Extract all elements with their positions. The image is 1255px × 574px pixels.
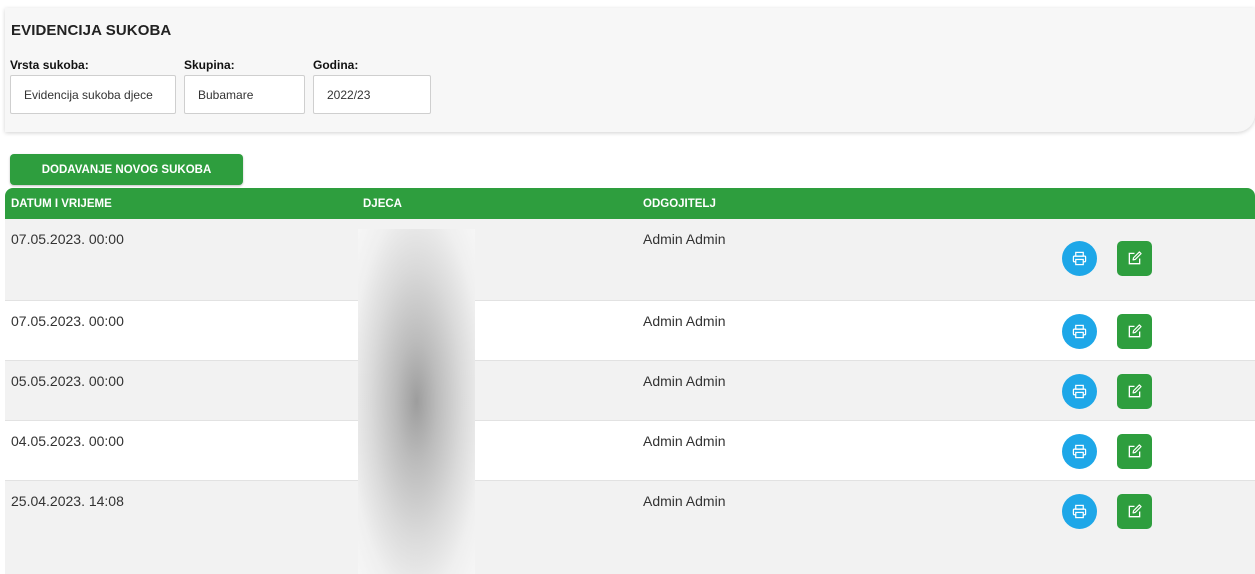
year-select[interactable]: 2022/23 <box>313 75 431 114</box>
row-teacher: Admin Admin <box>643 493 726 509</box>
edit-icon <box>1128 251 1142 265</box>
conflict-type-label: Vrsta sukoba: <box>10 58 89 72</box>
edit-icon <box>1128 504 1142 518</box>
edit-button[interactable] <box>1117 241 1152 276</box>
table-row: 04.05.2023. 00:00 Admin Admin <box>5 421 1255 481</box>
row-teacher: Admin Admin <box>643 433 726 449</box>
add-conflict-button[interactable]: DODAVANJE NOVOG SUKOBA <box>10 154 243 185</box>
print-button[interactable] <box>1062 241 1097 276</box>
year-field: Godina: 2022/23 <box>313 58 431 114</box>
row-actions <box>1062 494 1152 529</box>
edit-button[interactable] <box>1117 494 1152 529</box>
column-header-teacher: ODGOJITELJ <box>643 198 716 210</box>
group-field: Skupina: Bubamare <box>184 58 305 114</box>
redacted-children-column <box>358 229 475 574</box>
table-row: 25.04.2023. 14:08 Admin Admin <box>5 481 1255 574</box>
printer-icon <box>1072 251 1087 266</box>
group-label: Skupina: <box>184 58 235 72</box>
edit-icon <box>1128 324 1142 338</box>
edit-button[interactable] <box>1117 314 1152 349</box>
print-button[interactable] <box>1062 314 1097 349</box>
table-row: 07.05.2023. 00:00 Admin Admin <box>5 301 1255 361</box>
edit-icon <box>1128 384 1142 398</box>
table-row: 05.05.2023. 00:00 Admin Admin <box>5 361 1255 421</box>
row-date: 07.05.2023. 00:00 <box>11 231 124 247</box>
print-button[interactable] <box>1062 434 1097 469</box>
row-actions <box>1062 241 1152 276</box>
row-teacher: Admin Admin <box>643 231 726 247</box>
filter-panel: EVIDENCIJA SUKOBA Vrsta sukoba: Evidenci… <box>5 8 1255 132</box>
column-header-date: DATUM I VRIJEME <box>11 198 112 210</box>
page-title: EVIDENCIJA SUKOBA <box>11 22 172 39</box>
printer-icon <box>1072 504 1087 519</box>
edit-button[interactable] <box>1117 374 1152 409</box>
conflict-type-field: Vrsta sukoba: Evidencija sukoba djece <box>10 58 176 114</box>
printer-icon <box>1072 384 1087 399</box>
print-button[interactable] <box>1062 494 1097 529</box>
print-button[interactable] <box>1062 374 1097 409</box>
year-label: Godina: <box>313 58 359 72</box>
row-actions <box>1062 374 1152 409</box>
conflict-type-select[interactable]: Evidencija sukoba djece <box>10 75 176 114</box>
row-teacher: Admin Admin <box>643 373 726 389</box>
group-select[interactable]: Bubamare <box>184 75 305 114</box>
row-date: 05.05.2023. 00:00 <box>11 373 124 389</box>
row-actions <box>1062 314 1152 349</box>
column-header-children: DJECA <box>363 198 402 210</box>
edit-button[interactable] <box>1117 434 1152 469</box>
row-actions <box>1062 434 1152 469</box>
row-date: 25.04.2023. 14:08 <box>11 493 124 509</box>
row-date: 04.05.2023. 00:00 <box>11 433 124 449</box>
table-row: 07.05.2023. 00:00 Admin Admin <box>5 219 1255 301</box>
row-teacher: Admin Admin <box>643 313 726 329</box>
edit-icon <box>1128 444 1142 458</box>
printer-icon <box>1072 324 1087 339</box>
table-header: DATUM I VRIJEME DJECA ODGOJITELJ <box>5 188 1255 219</box>
printer-icon <box>1072 444 1087 459</box>
row-date: 07.05.2023. 00:00 <box>11 313 124 329</box>
conflicts-table: DATUM I VRIJEME DJECA ODGOJITELJ 07.05.2… <box>5 188 1255 574</box>
